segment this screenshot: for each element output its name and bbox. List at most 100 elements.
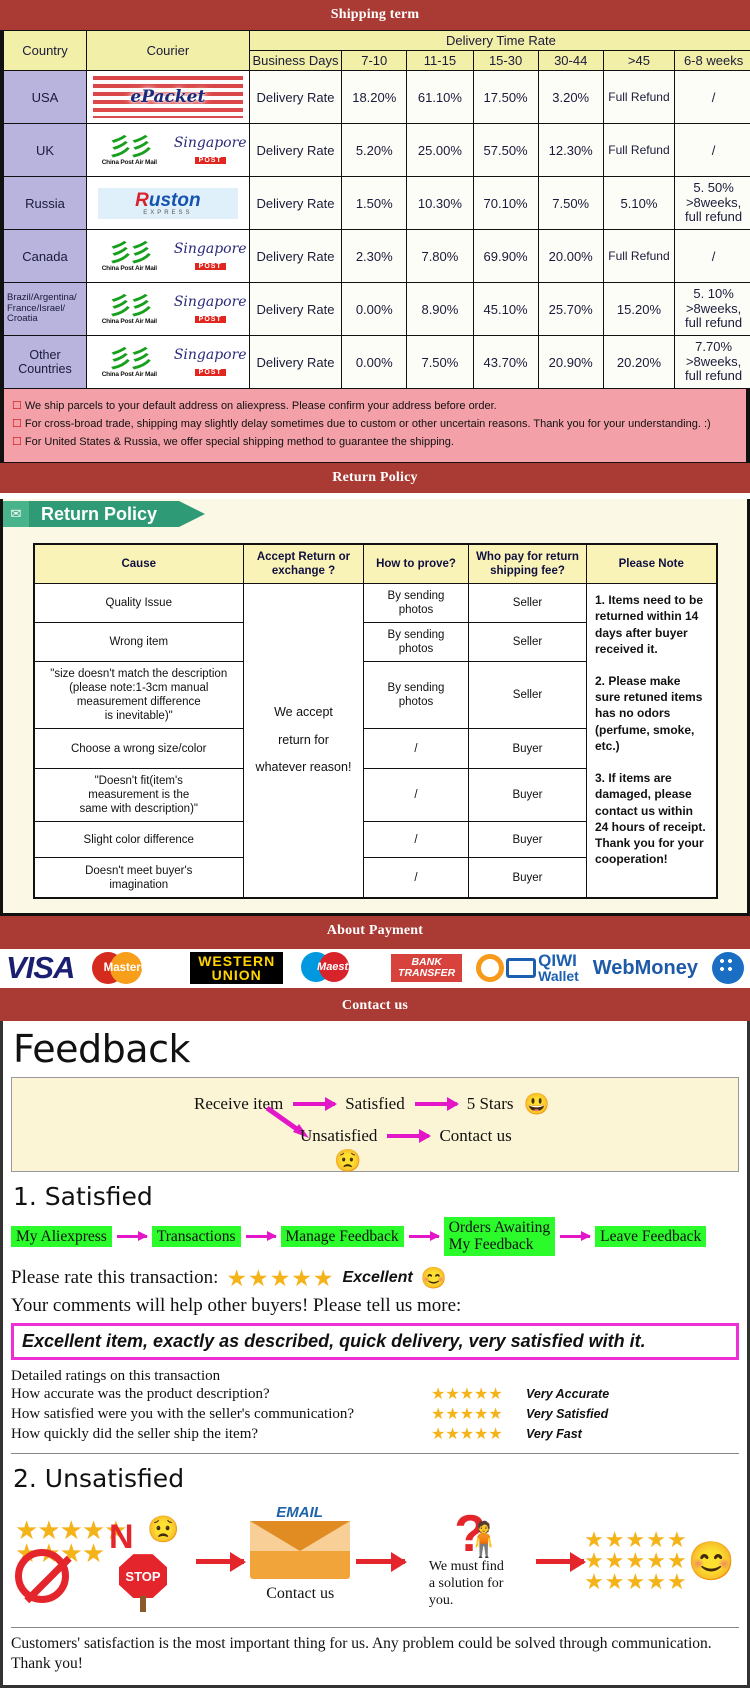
cell-payer: Buyer xyxy=(469,729,587,769)
detailed-rating-row: How accurate was the product description… xyxy=(11,1385,739,1405)
cell-country: Russia xyxy=(4,177,87,230)
cell-value: 61.10% xyxy=(407,71,473,124)
tab-arrow-icon xyxy=(179,501,205,527)
webmoney-globe-icon xyxy=(712,950,744,986)
arrow-right-icon xyxy=(409,1235,439,1238)
cell-value: 0.00% xyxy=(342,336,407,389)
email-group-icon: EMAIL Contact us xyxy=(244,1521,356,1603)
contact-us-banner: Contact us xyxy=(0,991,750,1021)
cell-cause: Doesn't meet buyer's imagination xyxy=(34,858,244,898)
cell-value: 20.20% xyxy=(603,336,674,389)
flow-contact-us: Contact us xyxy=(439,1126,511,1146)
singapore-post-logo-icon: SingaporePOST xyxy=(173,242,248,271)
arrow-right-icon xyxy=(246,1235,276,1238)
courier-logos: 彡彡China Post Air Mail SingaporePOST xyxy=(88,135,248,166)
arrow-right-icon xyxy=(196,1559,245,1564)
western-union-logo-icon: WESTERN UNION xyxy=(190,950,283,986)
th-business-days: Business Days xyxy=(249,51,341,71)
cell-value: / xyxy=(675,71,750,124)
cell-cause: Quality Issue xyxy=(34,584,244,623)
cell-value: 7.50% xyxy=(407,336,473,389)
cell-payer: Buyer xyxy=(469,858,587,898)
solution-caption: We must find a solution for you. xyxy=(405,1559,536,1609)
question-group-icon: ? 🧍 We must find a solution for you. xyxy=(405,1514,536,1610)
qiwi-wallet-logo-icon: QIWI Wallet xyxy=(476,950,579,986)
checkbox-icon: ☐ xyxy=(12,418,22,430)
no-letter: N xyxy=(109,1518,134,1557)
shipping-note-item: ☐We ship parcels to your default address… xyxy=(12,398,738,415)
cell-how-to-prove: / xyxy=(364,858,469,898)
smiling-face-icon: 😊 xyxy=(688,1540,735,1584)
cell-payer: Seller xyxy=(469,662,587,729)
cell-value: 20.00% xyxy=(538,230,603,283)
divider xyxy=(11,1453,739,1454)
return-policy-table: Cause Accept Return or exchange ? How to… xyxy=(33,543,718,899)
cell-value: 15.20% xyxy=(603,283,674,336)
cell-value: 70.10% xyxy=(473,177,538,230)
cell-how-to-prove: / xyxy=(364,729,469,769)
webmoney-logo-icon: WebMoney xyxy=(593,950,698,986)
return-policy-tab-label: Return Policy xyxy=(29,501,179,527)
cell-value: 12.30% xyxy=(538,124,603,177)
wu-line1: WESTERN xyxy=(198,954,275,968)
singapore-post-logo-icon: SingaporePOST xyxy=(173,136,248,165)
th-country: Country xyxy=(4,31,87,71)
arrow-right-icon xyxy=(387,1134,429,1138)
table-row: Quality Issue We accept return for whate… xyxy=(34,584,717,623)
arrow-right-icon xyxy=(415,1102,457,1106)
china-post-air-mail-logo-icon: 彡彡China Post Air Mail xyxy=(88,135,171,166)
detail-stars[interactable]: ★★★★★ xyxy=(431,1405,526,1425)
five-star-block-icon: ★★★★★ ★★★★★ ★★★★★ xyxy=(584,1530,688,1593)
arrow-right-icon xyxy=(117,1235,147,1238)
detailed-ratings-heading: Detailed ratings on this transaction xyxy=(11,1368,739,1385)
cell-country: Other Countries xyxy=(4,336,87,389)
comment-input[interactable]: Excellent item, exactly as described, qu… xyxy=(11,1323,739,1360)
checkbox-icon: ☐ xyxy=(12,400,22,412)
cell-country: Brazil/Argentina/France/Israel/Croatia xyxy=(4,283,87,336)
china-post-air-mail-logo-icon: 彡彡China Post Air Mail xyxy=(88,241,171,272)
cell-how-to-prove: By sending photos xyxy=(364,584,469,623)
step-manage-feedback[interactable]: Manage Feedback xyxy=(281,1226,404,1247)
shipping-note-text: For cross-broad trade, shipping may slig… xyxy=(25,418,711,430)
cell-value: Full Refund xyxy=(603,71,674,124)
person-icon: 🧍 xyxy=(463,1520,505,1560)
cell-cause: "size doesn't match the description (ple… xyxy=(34,662,244,729)
satisfied-heading: 1. Satisfied xyxy=(13,1182,739,1211)
feedback-flow-diagram: Receive item Satisfied 5 Stars 😃 Unsatis… xyxy=(11,1077,739,1172)
about-payment-banner: About Payment xyxy=(0,916,750,946)
cell-rate-label: Delivery Rate xyxy=(249,230,341,283)
cell-cause: Wrong item xyxy=(34,623,244,662)
cell-value: 8.90% xyxy=(407,283,473,336)
th-7-10: 7-10 xyxy=(342,51,407,71)
cell-rate-label: Delivery Rate xyxy=(249,71,341,124)
rate-transaction-line: Please rate this transaction: ★★★★★ Exce… xyxy=(11,1266,739,1291)
th-30-44: 30-44 xyxy=(538,51,603,71)
cell-courier: ePacket xyxy=(86,71,249,124)
cell-payer: Seller xyxy=(469,584,587,623)
rating-stars[interactable]: ★★★★★ xyxy=(226,1267,334,1290)
qiwi-line2: Wallet xyxy=(538,968,579,984)
mastercard-label: MasterCard xyxy=(94,962,176,974)
shipping-note-text: We ship parcels to your default address … xyxy=(25,400,497,412)
qiwi-line1: QIWI xyxy=(538,953,579,969)
step-orders-awaiting-my-feedback[interactable]: Orders Awaiting My Feedback xyxy=(444,1217,555,1256)
shipping-note-item: ☐For cross-broad trade, shipping may sli… xyxy=(12,416,738,433)
cell-accept-return: We accept return for whatever reason! xyxy=(244,584,364,898)
cell-value: 7.50% xyxy=(538,177,603,230)
step-my-aliexpress[interactable]: My Aliexpress xyxy=(11,1226,112,1247)
courier-logos: RustonEXPRESS xyxy=(88,188,248,219)
detail-stars[interactable]: ★★★★★ xyxy=(431,1385,526,1405)
courier-logos: 彡彡China Post Air Mail SingaporePOST xyxy=(88,294,248,325)
detail-stars[interactable]: ★★★★★ xyxy=(431,1425,526,1445)
cell-payer: Buyer xyxy=(469,822,587,858)
cell-courier: RustonEXPRESS xyxy=(86,177,249,230)
table-row: Brazil/Argentina/France/Israel/Croatia 彡… xyxy=(4,283,750,336)
smiley-icon: 😊 xyxy=(421,1266,447,1291)
step-leave-feedback[interactable]: Leave Feedback xyxy=(595,1226,706,1247)
shipping-term-banner: Shipping term xyxy=(0,0,750,30)
singapore-post-logo-icon: SingaporePOST xyxy=(173,348,248,377)
cell-value: 10.30% xyxy=(407,177,473,230)
step-transactions[interactable]: Transactions xyxy=(152,1226,241,1247)
feedback-section: Feedback Receive item Satisfied 5 Stars … xyxy=(0,1021,750,1688)
webmoney-label: WebMoney xyxy=(593,957,698,980)
